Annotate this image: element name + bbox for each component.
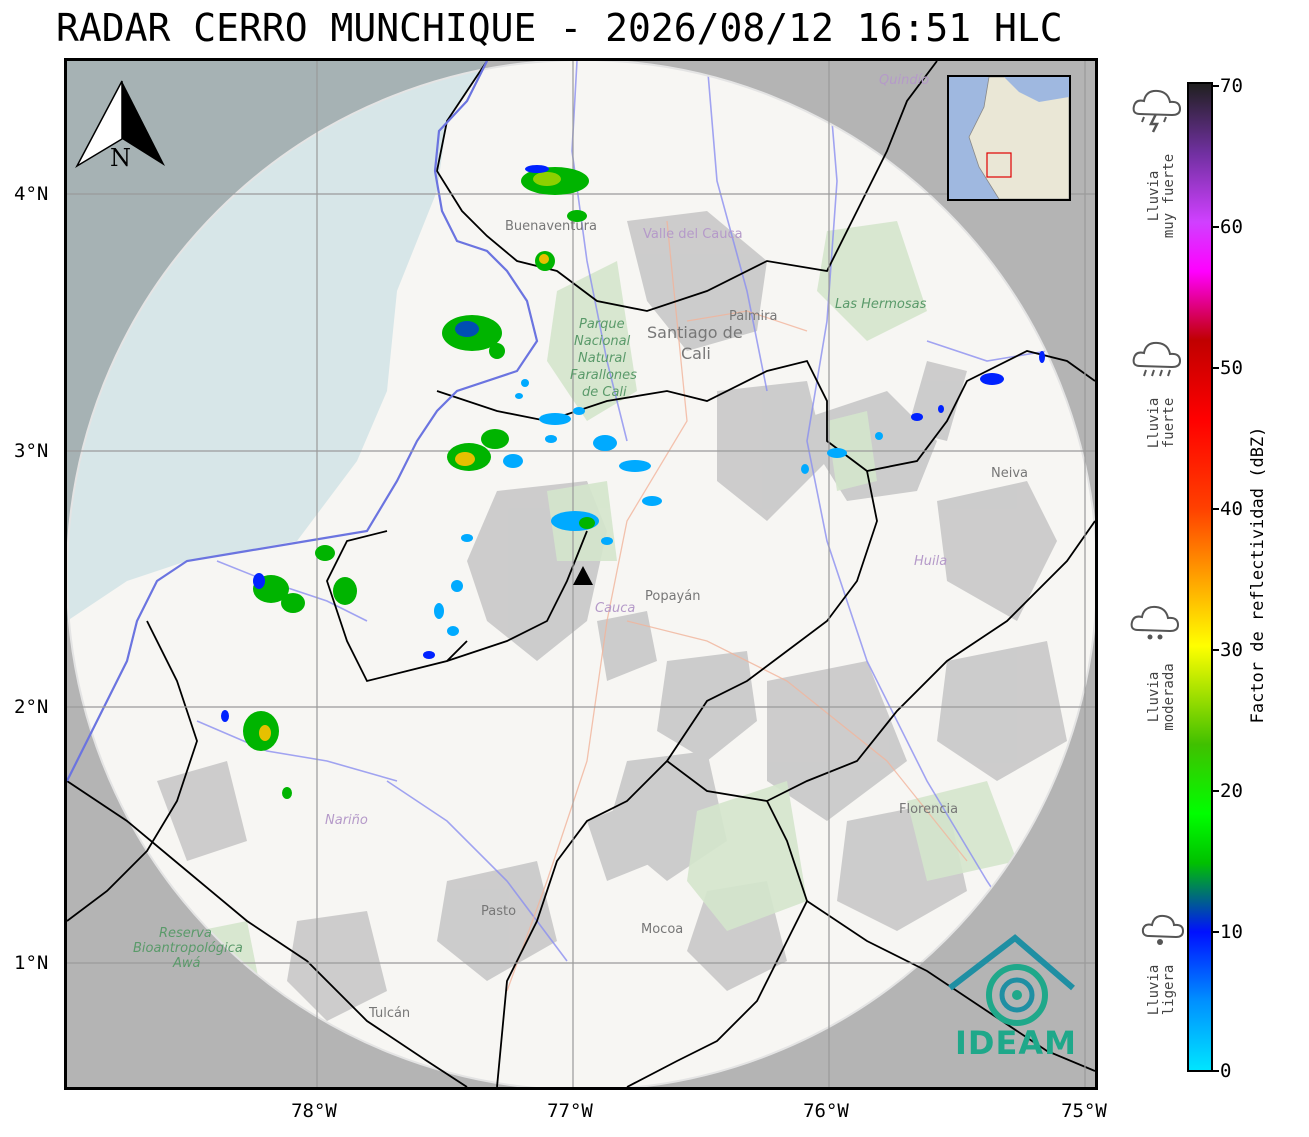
y-tick-label: 1°N xyxy=(14,952,49,974)
x-tick-label: 77°W xyxy=(547,1100,593,1122)
map-canvas xyxy=(67,61,1095,1087)
place-label: Florencia xyxy=(899,802,959,817)
colorbar-tick-label: 20 xyxy=(1220,780,1243,802)
place-label: Popayán xyxy=(645,589,701,604)
colorbar-tick-label: 40 xyxy=(1220,498,1243,520)
colorbar-tick-label: 30 xyxy=(1220,639,1243,661)
colorbar-tick-label: 50 xyxy=(1220,357,1243,379)
place-label: Pasto xyxy=(481,904,517,919)
rain-category-label: Lluvia muy fuerte xyxy=(1146,153,1177,239)
place-label: Neiva xyxy=(991,466,1028,481)
x-tick-label: 78°W xyxy=(291,1100,337,1122)
place-label: Cauca xyxy=(595,601,636,616)
map-title: RADAR CERRO MUNCHIQUE - 2026/08/12 16:51… xyxy=(56,6,1063,50)
place-label: Valle del Cauca xyxy=(643,227,743,242)
north-arrow-label: N xyxy=(110,144,131,172)
rain-category-label: Lluvia moderada xyxy=(1146,663,1177,731)
place-label: Nacional xyxy=(574,334,631,349)
place-label: Palmira xyxy=(729,309,778,324)
place-label: Buenaventura xyxy=(505,219,597,234)
place-label: Tulcán xyxy=(369,1006,411,1021)
place-label: Parque xyxy=(579,317,625,332)
rain-category-label: Lluvia fuerte xyxy=(1146,397,1177,449)
place-label: Awá xyxy=(173,956,201,971)
ideam-logo-text: IDEAM xyxy=(955,1024,1077,1062)
place-label: Cali xyxy=(681,344,711,363)
rain-category-label: Lluvia ligera xyxy=(1146,964,1177,1016)
cloud-light-rain-icon xyxy=(1141,914,1185,945)
x-tick-label: 75°W xyxy=(1061,1100,1107,1122)
place-label: Farallones xyxy=(570,368,637,383)
place-label: Mocoa xyxy=(641,922,684,937)
colorbar-tick-label: 0 xyxy=(1220,1060,1232,1082)
place-label: Santiago de xyxy=(647,323,743,342)
place-label: Bioantropológica xyxy=(133,941,243,956)
x-tick-label: 76°W xyxy=(803,1100,849,1122)
y-tick-label: 4°N xyxy=(14,183,49,205)
place-label: Reserva xyxy=(159,926,212,941)
cloud-heavy-rain-icon xyxy=(1132,341,1182,377)
cloud-moderate-rain-icon xyxy=(1130,605,1180,640)
inset-locator-map xyxy=(947,75,1071,201)
place-label: Natural xyxy=(578,351,626,366)
place-label: Las Hermosas xyxy=(835,297,927,312)
colorbar-tick-label: 70 xyxy=(1220,75,1243,97)
cloud-storm-icon xyxy=(1132,89,1182,133)
ideam-logo-icon xyxy=(948,934,1075,1026)
reflectivity-colorbar xyxy=(1187,82,1213,1072)
colorbar-tick-label: 60 xyxy=(1220,216,1243,238)
echo-cell xyxy=(535,251,555,271)
place-label: Huila xyxy=(914,554,948,569)
y-tick-label: 2°N xyxy=(14,696,49,718)
radar-map[interactable]: N Santiago de Cali Palmira Buenaventura … xyxy=(64,58,1098,1090)
colorbar-tick-label: 10 xyxy=(1220,921,1243,943)
place-label: Quindío xyxy=(879,73,930,88)
y-tick-label: 3°N xyxy=(14,440,49,462)
place-label: Nariño xyxy=(325,813,368,828)
place-label: de Cali xyxy=(582,385,627,400)
colorbar-title: Factor de reflectividad (dBZ) xyxy=(1248,426,1268,724)
